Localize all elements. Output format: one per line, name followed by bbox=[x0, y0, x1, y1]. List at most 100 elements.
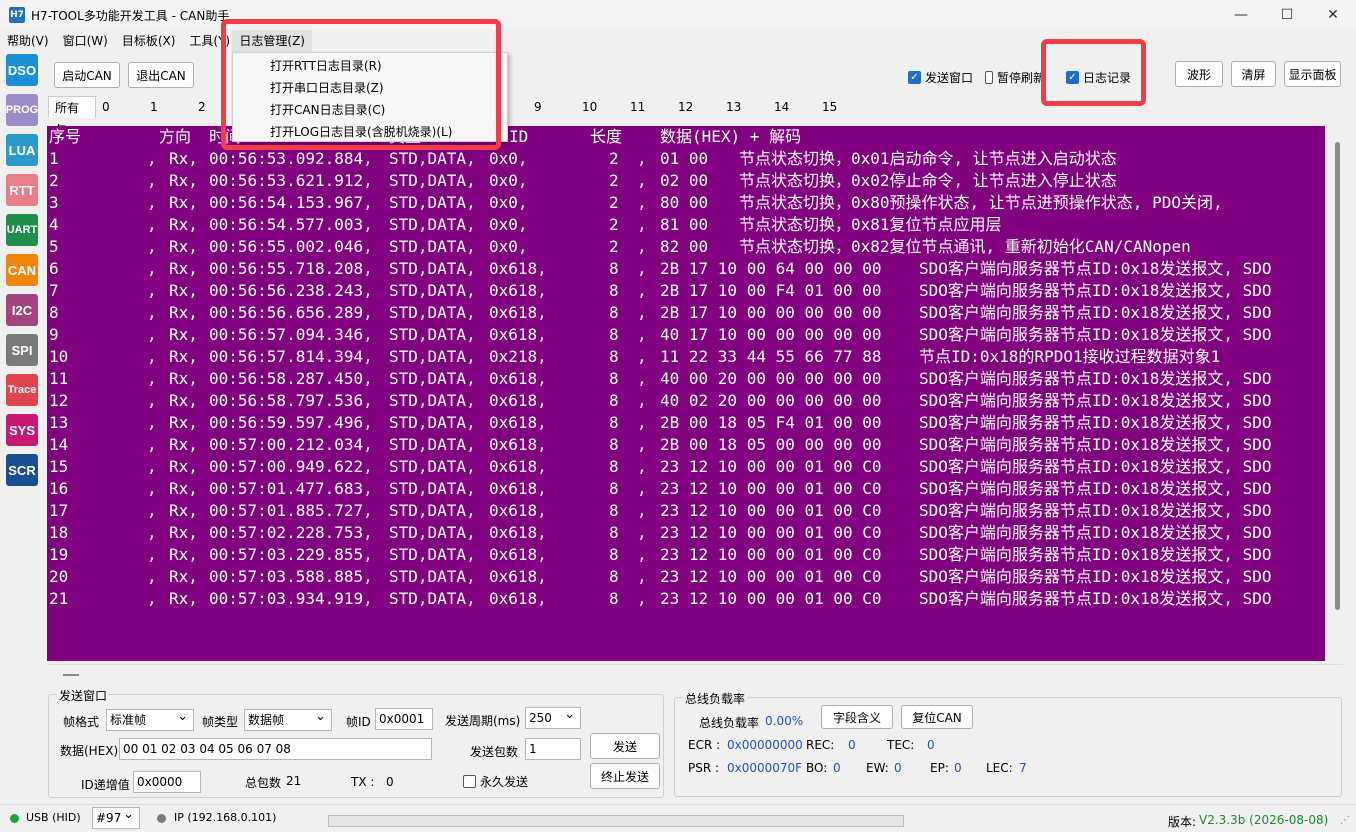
ecr-label: ECR : bbox=[688, 738, 721, 752]
log-cell-id: 0x618, bbox=[489, 369, 547, 388]
log-cell-data: 23 12 10 00 00 01 00 C0 bbox=[660, 523, 882, 542]
sidebar-i2c-button[interactable]: I2C bbox=[6, 294, 38, 326]
tab-channel-11[interactable]: 11 bbox=[624, 96, 672, 118]
log-separator: , bbox=[637, 281, 647, 300]
stop-send-button[interactable]: 终止发送 bbox=[590, 763, 660, 789]
period-select[interactable]: 250 bbox=[525, 707, 581, 729]
start-can-button[interactable]: 启动CAN bbox=[54, 62, 120, 88]
log-cell-decode: SDO客户端向服务器节点ID:0x18发送报文, SDO bbox=[919, 435, 1272, 454]
can-log-view[interactable]: 序号 方向 时间 类型 ID 长度 数据(HEX) + 解码 1 Rx, 00:56… bbox=[47, 126, 1325, 661]
log-cell-data: 23 12 10 00 00 01 00 C0 bbox=[660, 545, 882, 564]
sidebar-uart-button[interactable]: UART bbox=[6, 214, 38, 246]
tab-channel-9[interactable]: 9 bbox=[528, 96, 576, 118]
menu-target-board[interactable]: 目标板(X) bbox=[115, 30, 183, 52]
exit-can-button[interactable]: 退出CAN bbox=[128, 62, 194, 88]
ip-status: IP (192.168.0.101) bbox=[174, 811, 277, 824]
close-button[interactable]: ✕ bbox=[1310, 0, 1356, 30]
log-separator: , bbox=[147, 567, 157, 586]
field-meaning-button[interactable]: 字段含义 bbox=[821, 705, 893, 729]
send-window-label: 发送窗口 bbox=[925, 71, 974, 85]
log-cell-dir: Rx, bbox=[169, 303, 198, 322]
log-cell-id: 0x618, bbox=[489, 281, 547, 300]
log-separator: , bbox=[637, 523, 647, 542]
highlight-box-menu bbox=[221, 19, 501, 150]
sidebar-prog-button[interactable]: PROG bbox=[6, 94, 38, 126]
sidebar-lua-button[interactable]: LUA bbox=[6, 134, 38, 166]
log-vertical-scrollbar[interactable] bbox=[1329, 126, 1347, 661]
tab-channel-1[interactable]: 1 bbox=[144, 96, 192, 118]
log-cell-len: 8 bbox=[609, 281, 619, 300]
send-count-input[interactable]: 1 bbox=[525, 738, 581, 760]
log-cell-id: 0x618, bbox=[489, 501, 547, 520]
ip-status-icon bbox=[157, 814, 166, 823]
log-cell-len: 2 bbox=[609, 149, 619, 168]
menu-window[interactable]: 窗口(W) bbox=[56, 30, 115, 52]
sidebar-scr-button[interactable]: SCR bbox=[6, 454, 38, 486]
sidebar-dso-button[interactable]: DSO bbox=[6, 54, 38, 86]
log-cell-type: STD,DATA, bbox=[389, 303, 476, 322]
log-separator: , bbox=[147, 413, 157, 432]
tab-channel-10[interactable]: 10 bbox=[576, 96, 624, 118]
reset-can-button[interactable]: 复位CAN bbox=[901, 705, 973, 729]
id-increment-input[interactable]: 0x0000 bbox=[133, 771, 201, 793]
log-horizontal-scrollbar[interactable] bbox=[47, 664, 1343, 684]
menu-help[interactable]: 帮助(V) bbox=[0, 30, 56, 52]
frame-type-select[interactable]: 数据帧 bbox=[244, 709, 332, 731]
log-cell-id: 0x618, bbox=[489, 303, 547, 322]
log-cell-no: 6 bbox=[49, 259, 59, 278]
pause-refresh-label: 暂停刷新 bbox=[996, 71, 1045, 85]
log-cell-time: 00:57:03.934.919, bbox=[209, 589, 373, 608]
tab-channel-15[interactable]: 15 bbox=[816, 96, 864, 118]
sidebar-can-button[interactable]: CAN bbox=[6, 254, 38, 286]
clear-screen-button[interactable]: 清屏 bbox=[1231, 61, 1276, 87]
log-cell-type: STD,DATA, bbox=[389, 589, 476, 608]
log-cell-dir: Rx, bbox=[169, 589, 198, 608]
log-cell-id: 0x618, bbox=[489, 391, 547, 410]
scroll-thumb[interactable] bbox=[1335, 142, 1340, 610]
log-cell-decode: 节点状态切换，0x02停止命令, 让节点进入停止状态 bbox=[739, 171, 1117, 190]
log-cell-dir: Rx, bbox=[169, 435, 198, 454]
log-cell-no: 4 bbox=[49, 215, 59, 234]
display-panel-button[interactable]: 显示面板 bbox=[1284, 61, 1341, 87]
log-cell-data: 23 12 10 00 00 01 00 C0 bbox=[660, 457, 882, 476]
log-cell-dir: Rx, bbox=[169, 171, 198, 190]
pause-refresh-checkbox[interactable]: 暂停刷新 bbox=[985, 69, 1045, 86]
forever-send-checkbox[interactable]: 永久发送 bbox=[463, 773, 528, 790]
data-hex-input[interactable]: 00 01 02 03 04 05 06 07 08 bbox=[119, 738, 432, 760]
tab-channel-0[interactable]: 0 bbox=[96, 96, 144, 118]
log-cell-decode: SDO客户端向服务器节点ID:0x18发送报文, SDO bbox=[919, 259, 1272, 278]
log-cell-no: 20 bbox=[49, 567, 69, 586]
log-cell-len: 8 bbox=[609, 435, 619, 454]
log-cell-no: 9 bbox=[49, 325, 59, 344]
log-cell-dir: Rx, bbox=[169, 457, 198, 476]
log-cell-id: 0x618, bbox=[489, 259, 547, 278]
log-separator: , bbox=[147, 545, 157, 564]
resize-grip-icon[interactable]: ⋰ bbox=[1340, 815, 1350, 826]
device-select[interactable]: #97 bbox=[92, 807, 140, 829]
tab-all-packets[interactable]: 所有包 bbox=[48, 96, 96, 137]
data-hex-label: 数据(HEX) bbox=[60, 744, 119, 758]
sidebar-rtt-button[interactable]: RTT bbox=[6, 174, 38, 206]
frame-id-input[interactable]: 0x0001 bbox=[375, 708, 433, 730]
bus-load-title: 总线负载率 bbox=[683, 690, 748, 707]
log-cell-no: 14 bbox=[49, 435, 69, 454]
log-cell-data: 01 00 bbox=[660, 149, 709, 168]
log-cell-time: 00:56:59.597.496, bbox=[209, 413, 373, 432]
scroll-thumb[interactable] bbox=[63, 674, 79, 676]
waveform-button[interactable]: 波形 bbox=[1175, 61, 1223, 87]
sidebar-trace-button[interactable]: Trace bbox=[6, 374, 38, 406]
sidebar-sys-button[interactable]: SYS bbox=[6, 414, 38, 446]
frame-format-select[interactable]: 标准帧 bbox=[106, 709, 194, 731]
tab-channel-14[interactable]: 14 bbox=[768, 96, 816, 118]
send-button[interactable]: 发送 bbox=[590, 733, 660, 759]
rec-value: 0 bbox=[848, 738, 856, 752]
rec-label: REC: bbox=[806, 738, 835, 752]
tab-channel-13[interactable]: 13 bbox=[720, 96, 768, 118]
lec-label: LEC: bbox=[986, 761, 1013, 775]
send-window-checkbox[interactable]: ✓ 发送窗口 bbox=[908, 69, 973, 86]
bus-load-value: 0.00% bbox=[765, 714, 804, 728]
maximize-button[interactable]: ☐ bbox=[1264, 0, 1310, 30]
sidebar-spi-button[interactable]: SPI bbox=[6, 334, 38, 366]
tab-channel-12[interactable]: 12 bbox=[672, 96, 720, 118]
minimize-button[interactable]: — bbox=[1218, 0, 1264, 30]
